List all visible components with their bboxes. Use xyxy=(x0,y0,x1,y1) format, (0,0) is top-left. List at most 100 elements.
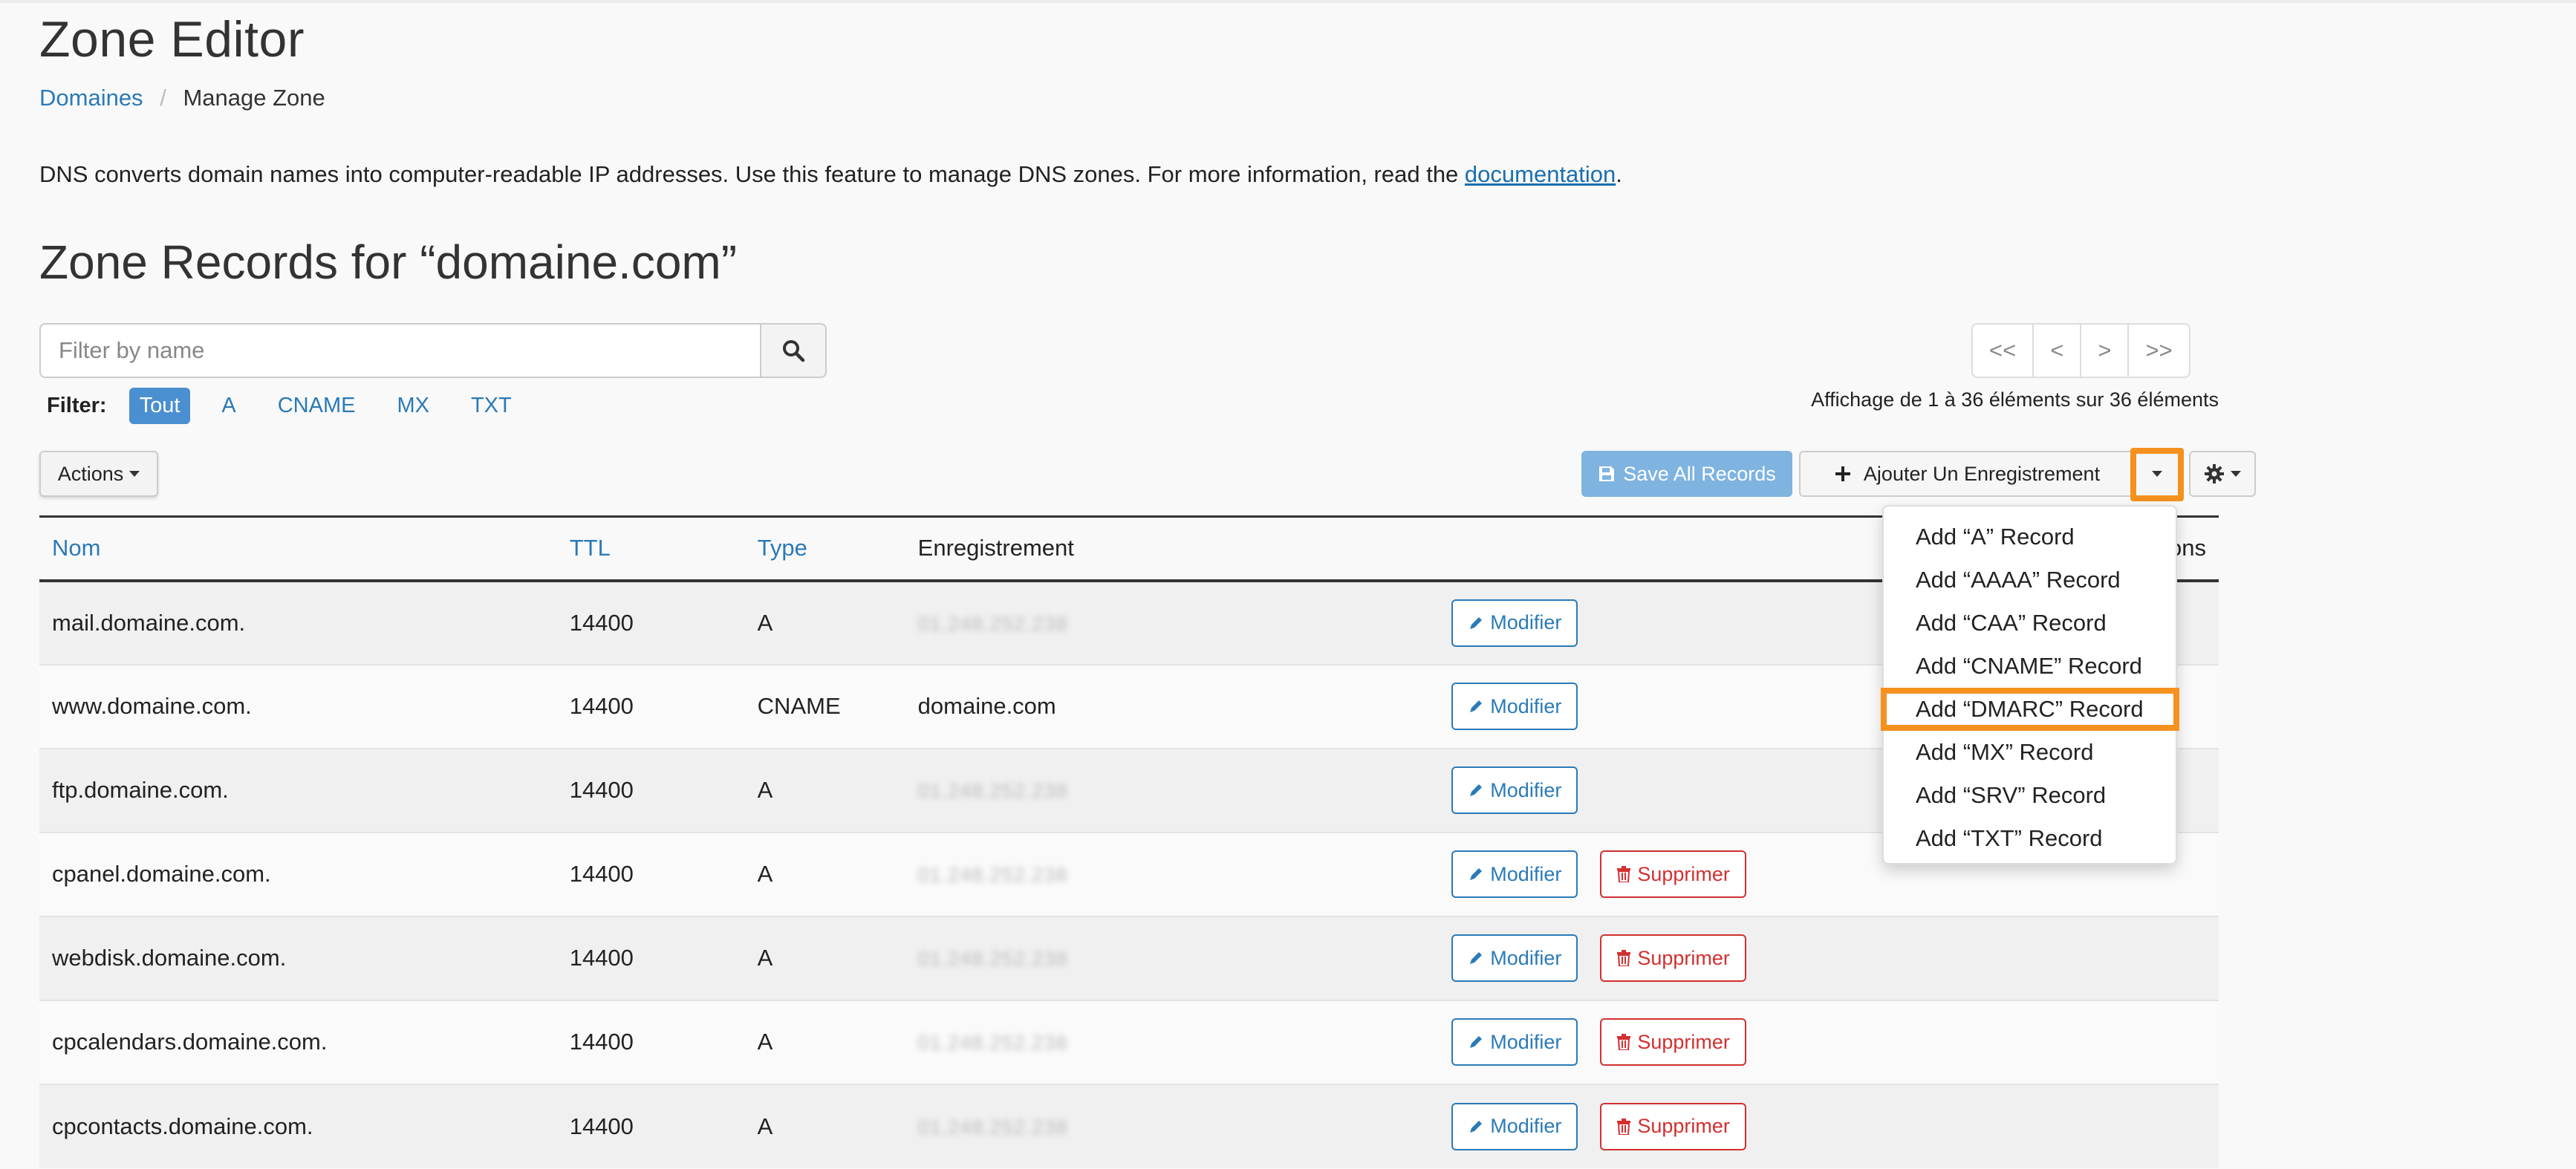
documentation-link[interactable]: documentation xyxy=(1465,161,1616,187)
filter-by-name-input[interactable] xyxy=(39,323,761,378)
menu-item-add-mx[interactable]: Add “MX” Record xyxy=(1884,731,2176,774)
prev-page-button[interactable]: < xyxy=(2032,323,2082,378)
pencil-icon xyxy=(1470,868,1483,880)
delete-button[interactable]: Supprimer xyxy=(1600,1018,1746,1066)
add-record-type-menu: Add “A” Record Add “AAAA” Record Add “CA… xyxy=(1881,505,2179,864)
modify-label: Modifier xyxy=(1490,946,1562,969)
record-ttl: 14400 xyxy=(556,831,745,916)
record-ttl: 14400 xyxy=(556,663,745,749)
last-page-button[interactable]: >> xyxy=(2127,323,2190,378)
trash-icon xyxy=(1617,1118,1631,1135)
column-header-ttl[interactable]: TTL xyxy=(556,515,745,582)
delete-button[interactable]: Supprimer xyxy=(1600,850,1746,898)
record-name: mail.domaine.com. xyxy=(39,579,557,665)
save-all-label: Save All Records xyxy=(1623,462,1776,485)
description-text: DNS converts domain names into computer-… xyxy=(39,161,1465,187)
modify-button[interactable]: Modifier xyxy=(1451,1018,1578,1066)
trash-icon xyxy=(1617,866,1631,882)
filter-mx[interactable]: MX xyxy=(386,388,440,424)
record-value-blurred: 01.248.252.238 xyxy=(917,780,1068,802)
delete-button[interactable]: Supprimer xyxy=(1600,1102,1746,1150)
record-ttl: 14400 xyxy=(556,747,745,833)
filter-cname[interactable]: CNAME xyxy=(267,388,366,424)
first-page-button[interactable]: << xyxy=(1971,323,2035,378)
chevron-down-icon xyxy=(2231,471,2241,477)
save-all-records-button[interactable]: Save All Records xyxy=(1581,451,1792,497)
add-record-type-toggle[interactable] xyxy=(2133,451,2181,497)
page-description: DNS converts domain names into computer-… xyxy=(39,161,1622,188)
top-border xyxy=(0,0,2576,3)
pencil-icon xyxy=(1470,700,1483,712)
save-icon xyxy=(1599,466,1615,481)
pencil-icon xyxy=(1470,1036,1483,1048)
modify-button[interactable]: Modifier xyxy=(1451,1102,1578,1150)
record-type: CNAME xyxy=(744,663,905,749)
breadcrumb-domaines-link[interactable]: Domaines xyxy=(39,85,143,111)
record-type: A xyxy=(744,999,905,1084)
gear-icon xyxy=(2205,464,2224,483)
modify-label: Modifier xyxy=(1490,862,1562,885)
filter-label: Filter: xyxy=(47,393,107,417)
modify-button[interactable]: Modifier xyxy=(1451,599,1578,647)
menu-item-add-dmarc[interactable]: Add “DMARC” Record xyxy=(1881,688,2179,731)
type-filter: Filter: Tout A CNAME MX TXT xyxy=(47,387,543,424)
plus-icon xyxy=(1835,466,1850,481)
delete-button[interactable]: Supprimer xyxy=(1600,934,1746,982)
modify-label: Modifier xyxy=(1490,778,1562,801)
record-value: domaine.com xyxy=(905,663,1452,749)
actions-dropdown-button[interactable]: Actions xyxy=(39,451,158,497)
search-button[interactable] xyxy=(761,323,827,378)
delete-label: Supprimer xyxy=(1637,1115,1730,1137)
delete-label: Supprimer xyxy=(1637,946,1730,969)
record-ttl: 14400 xyxy=(556,915,745,1000)
menu-item-add-caa[interactable]: Add “CAA” Record xyxy=(1884,602,2176,645)
breadcrumb-separator: / xyxy=(160,85,166,111)
settings-dropdown-button[interactable] xyxy=(2189,451,2256,497)
record-name: cpcontacts.domaine.com. xyxy=(39,1083,557,1168)
actions-button-label: Actions xyxy=(57,462,124,485)
modify-button[interactable]: Modifier xyxy=(1451,934,1578,982)
add-record-button[interactable]: Ajouter Un Enregistrement xyxy=(1799,451,2135,497)
record-value-blurred: 01.248.252.238 xyxy=(917,948,1068,970)
pagination-summary: Affichage de 1 à 36 éléments sur 36 élém… xyxy=(1811,388,2219,411)
trash-icon xyxy=(1617,1034,1631,1050)
record-type: A xyxy=(744,579,905,665)
delete-label: Supprimer xyxy=(1637,1030,1730,1053)
modify-label: Modifier xyxy=(1490,611,1562,634)
filter-tout[interactable]: Tout xyxy=(129,387,191,424)
filter-a[interactable]: A xyxy=(211,388,246,424)
zone-records-heading: Zone Records for “domaine.com” xyxy=(39,235,738,289)
filter-txt[interactable]: TXT xyxy=(461,388,522,424)
modify-label: Modifier xyxy=(1490,1115,1562,1137)
menu-item-add-srv[interactable]: Add “SRV” Record xyxy=(1884,774,2176,817)
record-name: cpcalendars.domaine.com. xyxy=(39,999,557,1084)
menu-item-add-txt[interactable]: Add “TXT” Record xyxy=(1884,817,2176,860)
record-ttl: 14400 xyxy=(556,579,745,665)
pencil-icon xyxy=(1470,952,1483,964)
table-row: webdisk.domaine.com. 14400 A 01.248.252.… xyxy=(39,915,2219,1000)
menu-item-add-aaaa[interactable]: Add “AAAA” Record xyxy=(1884,559,2176,602)
record-name: ftp.domaine.com. xyxy=(39,747,557,833)
column-header-name[interactable]: Nom xyxy=(39,515,557,582)
description-end: . xyxy=(1616,161,1622,187)
search-icon xyxy=(783,340,805,362)
menu-item-add-a[interactable]: Add “A” Record xyxy=(1884,515,2176,559)
record-value-blurred: 01.248.252.238 xyxy=(917,612,1068,635)
menu-item-add-cname[interactable]: Add “CNAME” Record xyxy=(1884,645,2176,688)
record-type: A xyxy=(744,747,905,833)
modify-button[interactable]: Modifier xyxy=(1451,850,1578,898)
record-type: A xyxy=(744,915,905,1000)
column-header-type[interactable]: Type xyxy=(744,515,905,582)
next-page-button[interactable]: > xyxy=(2080,323,2130,378)
record-name: cpanel.domaine.com. xyxy=(39,831,557,916)
record-name: webdisk.domaine.com. xyxy=(39,915,557,1000)
modify-label: Modifier xyxy=(1490,1030,1562,1053)
record-type: A xyxy=(744,1083,905,1168)
modify-button[interactable]: Modifier xyxy=(1451,683,1578,730)
record-value-blurred: 01.248.252.238 xyxy=(917,1116,1068,1139)
pencil-icon xyxy=(1470,616,1483,629)
add-record-label: Ajouter Un Enregistrement xyxy=(1863,462,2101,485)
record-value-blurred: 01.248.252.238 xyxy=(917,1032,1068,1054)
delete-label: Supprimer xyxy=(1637,862,1730,885)
modify-button[interactable]: Modifier xyxy=(1451,766,1578,814)
